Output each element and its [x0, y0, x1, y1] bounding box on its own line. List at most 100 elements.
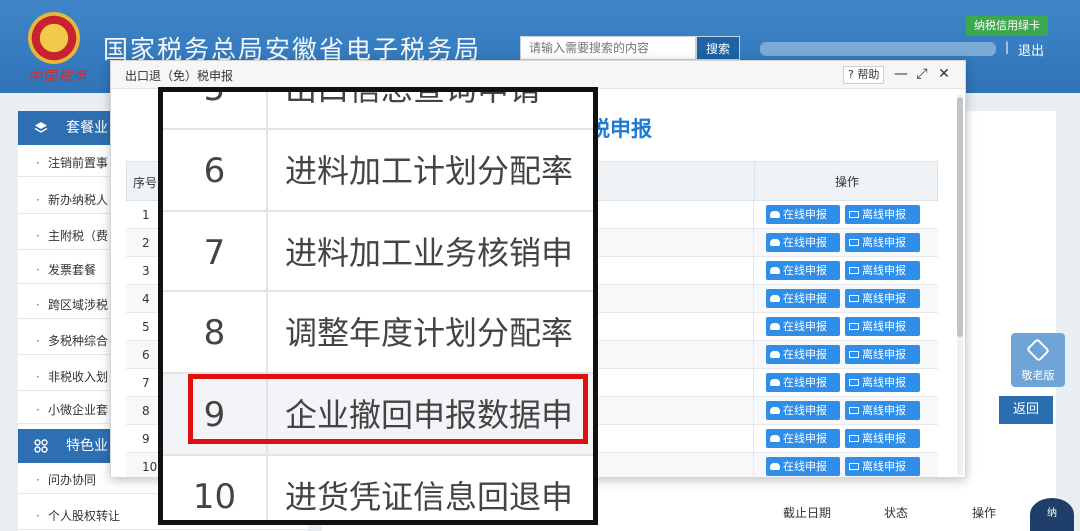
offline-declare-label: 离线申报 [862, 236, 906, 249]
zoom-row-number: 7 [163, 212, 268, 294]
zoom-row: 7 进料加工业务核销申 [163, 212, 593, 294]
row-seq: 3 [142, 264, 150, 278]
elder-mode-button[interactable]: 敬老版 [1011, 333, 1065, 387]
laptop-icon [849, 463, 859, 470]
online-declare-label: 在线申报 [783, 236, 827, 249]
online-declare-button[interactable]: 在线申报 [766, 317, 840, 336]
grid-icon [34, 439, 48, 453]
handshake-icon [1025, 337, 1051, 363]
online-declare-button[interactable]: 在线申报 [766, 345, 840, 364]
cloud-upload-icon [770, 379, 780, 386]
close-icon[interactable]: ✕ [936, 65, 952, 83]
zoom-row-number: 6 [163, 130, 268, 212]
zoom-row: 8 调整年度计划分配率 [163, 292, 593, 374]
offline-declare-button[interactable]: 离线申报 [845, 373, 920, 392]
maximize-icon[interactable]: ⤢ [914, 65, 930, 83]
online-declare-label: 在线申报 [783, 320, 827, 333]
row-op-cell: 在线申报 离线申报 [753, 313, 938, 341]
offline-declare-label: 离线申报 [862, 208, 906, 221]
offline-declare-label: 离线申报 [862, 292, 906, 305]
online-declare-label: 在线申报 [783, 376, 827, 389]
offline-declare-button[interactable]: 离线申报 [845, 345, 920, 364]
zoom-row: 6 进料加工计划分配率 [163, 130, 593, 212]
offline-declare-label: 离线申报 [862, 348, 906, 361]
online-declare-label: 在线申报 [783, 292, 827, 305]
offline-declare-button[interactable]: 离线申报 [845, 261, 920, 280]
cloud-upload-icon [770, 323, 780, 330]
sidebar-section-label: 套餐业 [66, 120, 108, 136]
scroll-thumb[interactable] [957, 97, 963, 337]
cloud-upload-icon [770, 351, 780, 358]
return-button[interactable]: 返回 [999, 396, 1053, 424]
row-seq: 7 [142, 376, 150, 390]
row-op-cell: 在线申报 离线申报 [753, 201, 938, 229]
cloud-upload-icon [770, 295, 780, 302]
laptop-icon [849, 211, 859, 218]
row-op-cell: 在线申报 离线申报 [753, 257, 938, 285]
credit-badge[interactable]: 纳税信用绿卡 [966, 16, 1048, 36]
offline-declare-button[interactable]: 离线申报 [845, 205, 920, 224]
offline-declare-button[interactable]: 离线申报 [845, 233, 920, 252]
zoom-row: 10 进货凭证信息回退申 [163, 456, 593, 520]
offline-declare-button[interactable]: 离线申报 [845, 401, 920, 420]
footer-col-deadline: 截止日期 [783, 506, 832, 520]
cloud-upload-icon [770, 463, 780, 470]
row-op-cell: 在线申报 离线申报 [753, 453, 938, 477]
row-op-cell: 在线申报 离线申报 [753, 369, 938, 397]
search-button[interactable]: 搜索 [696, 36, 740, 60]
zoom-row-number: 8 [163, 292, 268, 374]
help-label: 帮助 [857, 68, 880, 81]
offline-declare-label: 离线申报 [862, 376, 906, 389]
offline-declare-label: 离线申报 [862, 264, 906, 277]
row-seq: 1 [142, 208, 150, 222]
zoom-row-text: 进料加工业务核销申 [285, 234, 574, 272]
logout-link[interactable]: 退出 [1018, 40, 1044, 59]
row-op-cell: 在线申报 离线申报 [753, 341, 938, 369]
online-declare-button[interactable]: 在线申报 [766, 205, 840, 224]
offline-declare-button[interactable]: 离线申报 [845, 457, 920, 476]
offline-declare-label: 离线申报 [862, 460, 906, 473]
row-op-cell: 在线申报 离线申报 [753, 229, 938, 257]
highlight-box [188, 374, 588, 444]
laptop-icon [849, 379, 859, 386]
offline-declare-button[interactable]: 离线申报 [845, 317, 920, 336]
help-icon: ? [848, 68, 854, 81]
online-declare-button[interactable]: 在线申报 [766, 233, 840, 252]
laptop-icon [849, 407, 859, 414]
zoom-row-text: 进料加工计划分配率 [285, 152, 574, 190]
online-declare-label: 在线申报 [783, 432, 827, 445]
row-op-cell: 在线申报 离线申报 [753, 285, 938, 313]
cloud-upload-icon [770, 239, 780, 246]
laptop-icon [849, 351, 859, 358]
footer-col-status: 状态 [884, 506, 909, 520]
offline-declare-label: 离线申报 [862, 320, 906, 333]
offline-declare-button[interactable]: 离线申报 [845, 289, 920, 308]
row-seq: 8 [142, 404, 150, 418]
online-declare-button[interactable]: 在线申报 [766, 401, 840, 420]
online-declare-button[interactable]: 在线申报 [766, 457, 840, 476]
online-declare-button[interactable]: 在线申报 [766, 261, 840, 280]
offline-declare-button[interactable]: 离线申报 [845, 429, 920, 448]
row-seq: 6 [142, 348, 150, 362]
laptop-icon [849, 239, 859, 246]
mascot-avatar[interactable]: 纳 [1030, 498, 1074, 531]
zoom-row-number: 10 [163, 456, 268, 520]
header-seq: 序号 [133, 176, 158, 190]
row-seq: 10 [142, 460, 158, 474]
laptop-icon [849, 295, 859, 302]
offline-declare-label: 离线申报 [862, 404, 906, 417]
online-declare-button[interactable]: 在线申报 [766, 373, 840, 392]
row-seq: 2 [142, 236, 150, 250]
cloud-upload-icon [770, 435, 780, 442]
cloud-upload-icon [770, 267, 780, 274]
search-input[interactable] [520, 36, 696, 60]
online-declare-label: 在线申报 [783, 264, 827, 277]
brand-script: 中国税务 [28, 69, 88, 85]
online-declare-button[interactable]: 在线申报 [766, 289, 840, 308]
elder-mode-label: 敬老版 [1021, 369, 1055, 382]
minimize-icon[interactable]: — [893, 65, 909, 83]
modal-heading: 税申报 [589, 117, 652, 141]
zoom-row: 5 出口信息查询申请 [163, 92, 593, 130]
help-button[interactable]: ? 帮助 [843, 66, 885, 84]
online-declare-button[interactable]: 在线申报 [766, 429, 840, 448]
